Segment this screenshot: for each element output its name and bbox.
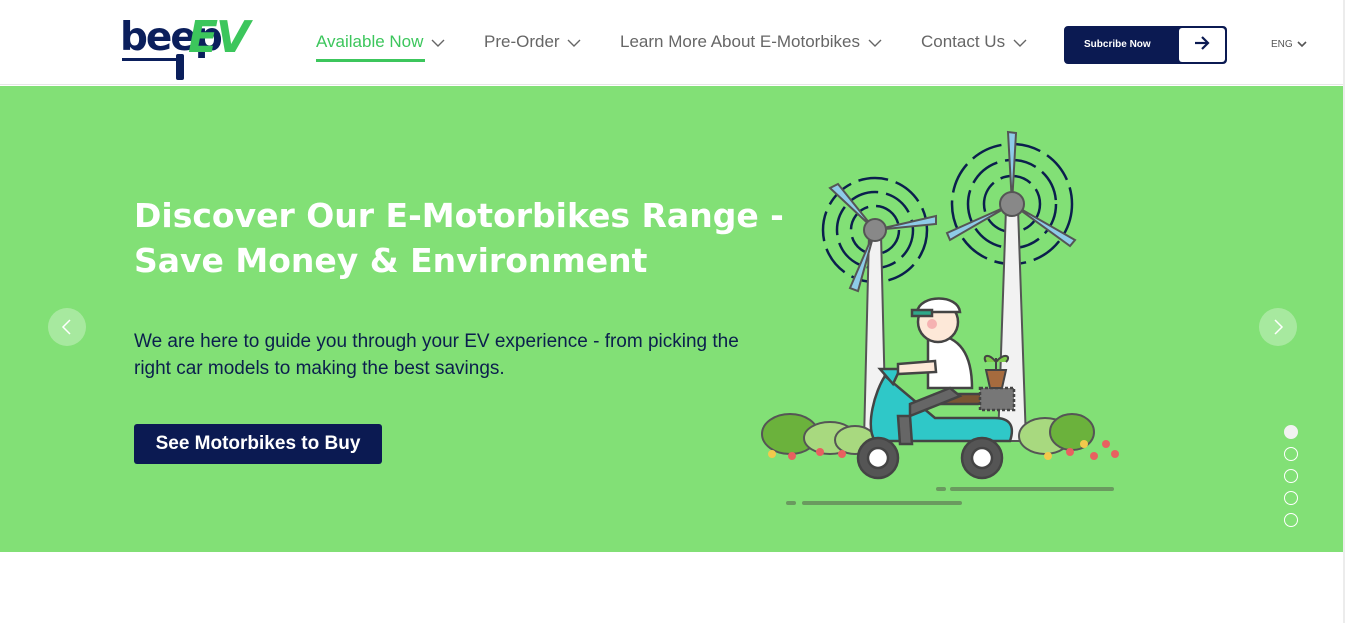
carousel-dot[interactable] <box>1284 513 1298 527</box>
nav-item-label: Pre-Order <box>484 32 560 51</box>
nav-item-available-now[interactable]: Available Now <box>316 30 445 62</box>
nav-item-label: Contact Us <box>921 32 1006 51</box>
chevron-down-icon <box>1013 39 1027 47</box>
logo-plug-icon <box>176 54 184 80</box>
active-nav-indicator <box>316 59 425 62</box>
carousel-next-button[interactable] <box>1259 308 1297 346</box>
carousel-prev-button[interactable] <box>48 308 86 346</box>
scooter-wind-turbine-illustration <box>761 130 1119 505</box>
logo-underline <box>122 58 180 61</box>
chevron-down-icon <box>868 39 882 47</box>
language-selector[interactable]: ENG <box>1271 39 1308 50</box>
chevron-down-icon <box>1297 41 1308 48</box>
chevron-down-icon <box>567 39 581 47</box>
subscribe-button[interactable]: Subcribe Now <box>1064 26 1227 64</box>
chevron-left-icon <box>61 319 71 335</box>
carousel-dot[interactable] <box>1284 425 1298 439</box>
nav-item-label: Learn More About E-Motorbikes <box>620 32 861 51</box>
site-header: beep EV Available Now Pre-Order Learn Mo… <box>0 0 1343 85</box>
brand-logo[interactable]: beep EV <box>120 14 256 82</box>
chevron-right-icon <box>1274 319 1284 335</box>
chevron-down-icon <box>431 39 445 47</box>
subscribe-label: Subcribe Now <box>1084 39 1151 50</box>
hero-carousel: Discover Our E-Motorbikes Range - Save M… <box>0 86 1343 552</box>
carousel-dot[interactable] <box>1284 491 1298 505</box>
see-motorbikes-button[interactable]: See Motorbikes to Buy <box>134 424 382 464</box>
nav-item-learn-more[interactable]: Learn More About E-Motorbikes <box>620 30 882 54</box>
hero-title: Discover Our E-Motorbikes Range - Save M… <box>134 196 784 280</box>
hero-subtitle: We are here to guide you through your EV… <box>134 331 739 379</box>
nav-item-label: Available Now <box>316 32 424 51</box>
carousel-dot[interactable] <box>1284 469 1298 483</box>
nav-item-pre-order[interactable]: Pre-Order <box>484 30 581 54</box>
logo-text-ev: EV <box>188 12 250 63</box>
carousel-dot[interactable] <box>1284 447 1298 461</box>
nav-item-contact-us[interactable]: Contact Us <box>921 30 1027 54</box>
arrow-right-icon <box>1179 28 1225 62</box>
language-label: ENG <box>1271 39 1293 50</box>
